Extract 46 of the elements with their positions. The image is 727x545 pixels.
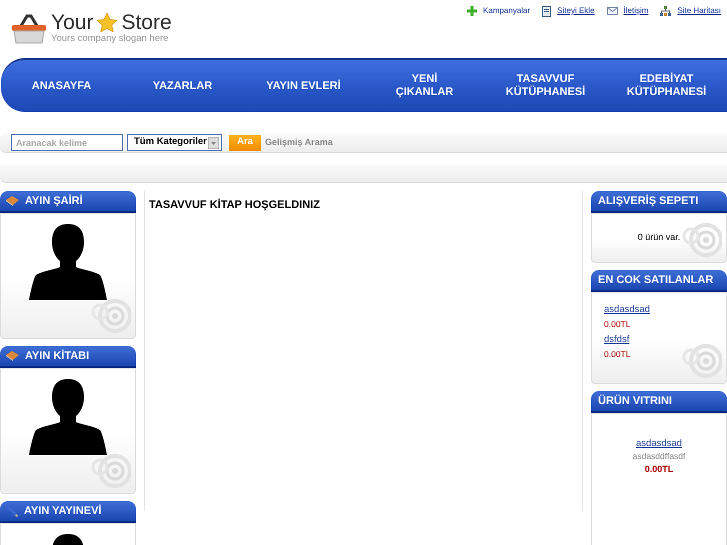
product-link[interactable]: asdasdsad: [604, 303, 650, 317]
swirl-decoration-icon: [91, 453, 131, 489]
top-link[interactable]: İletişim: [624, 5, 648, 17]
box-header: AYIN ŞAİRİ: [0, 191, 136, 213]
top-link[interactable]: Kampanyalar: [483, 5, 530, 17]
nav-link[interactable]: EDEBİYAT KÜTÜPHANESİ: [626, 73, 706, 99]
plus-icon: [467, 6, 478, 16]
dropdown-arrow-icon: [208, 136, 219, 148]
sitemap-icon: [660, 6, 672, 16]
logo-text: Your: [51, 12, 94, 33]
category-select[interactable]: Tüm Kategoriler: [127, 134, 222, 151]
person-silhouette-icon: [29, 222, 107, 300]
product-description: asdasddffasdf: [632, 450, 686, 463]
nav-link[interactable]: ANASAYFA: [32, 80, 92, 92]
price-text: 0.00TL: [604, 348, 630, 361]
nav-link[interactable]: TASAVVUF KÜTÜPHANESİ: [506, 73, 586, 99]
book-icon: [6, 196, 19, 206]
nav-link[interactable]: YAYIN EVLERİ: [266, 80, 341, 92]
box-header: EN COK SATILANLAR: [591, 270, 727, 292]
cart-status-text: 0 ürün var.: [638, 232, 680, 242]
box-header: AYIN KİTABI: [0, 346, 136, 368]
box-header: ÜRÜN VITRINI: [591, 391, 727, 413]
box-header: AYIN YAYINEVİ: [0, 501, 136, 523]
welcome-heading: TASAVVUF KİTAP HOŞGELDINIZ: [148, 198, 321, 213]
swirl-decoration-icon: [682, 343, 722, 379]
page-icon: [542, 6, 552, 16]
swirl-decoration-icon: [91, 298, 131, 334]
price-text: 0.00TL: [644, 463, 674, 476]
envelope-icon: [606, 7, 618, 15]
product-link[interactable]: asdasdsad: [636, 437, 682, 450]
search-field[interactable]: Aranacak kelime: [11, 134, 123, 151]
slogan-text: Yours company slogan here: [51, 33, 170, 45]
person-silhouette-icon: [29, 377, 107, 455]
logo-text: Store: [121, 12, 172, 33]
price-text: 0.00TL: [604, 318, 630, 331]
nav-link[interactable]: YAZARLAR: [152, 80, 212, 92]
top-link[interactable]: Siteyi Ekle: [557, 5, 595, 17]
nav-link[interactable]: YENİ ÇIKANLAR: [396, 73, 454, 99]
star-icon: [97, 13, 118, 32]
book-icon: [6, 351, 19, 361]
swirl-decoration-icon: [682, 222, 722, 258]
product-link[interactable]: dsfdsf: [604, 333, 630, 347]
box-header: ALIŞVERİŞ SEPETI: [591, 191, 727, 213]
pen-icon: [6, 505, 18, 517]
top-link[interactable]: Site Haritası: [677, 5, 721, 17]
basket-icon: [11, 12, 47, 44]
